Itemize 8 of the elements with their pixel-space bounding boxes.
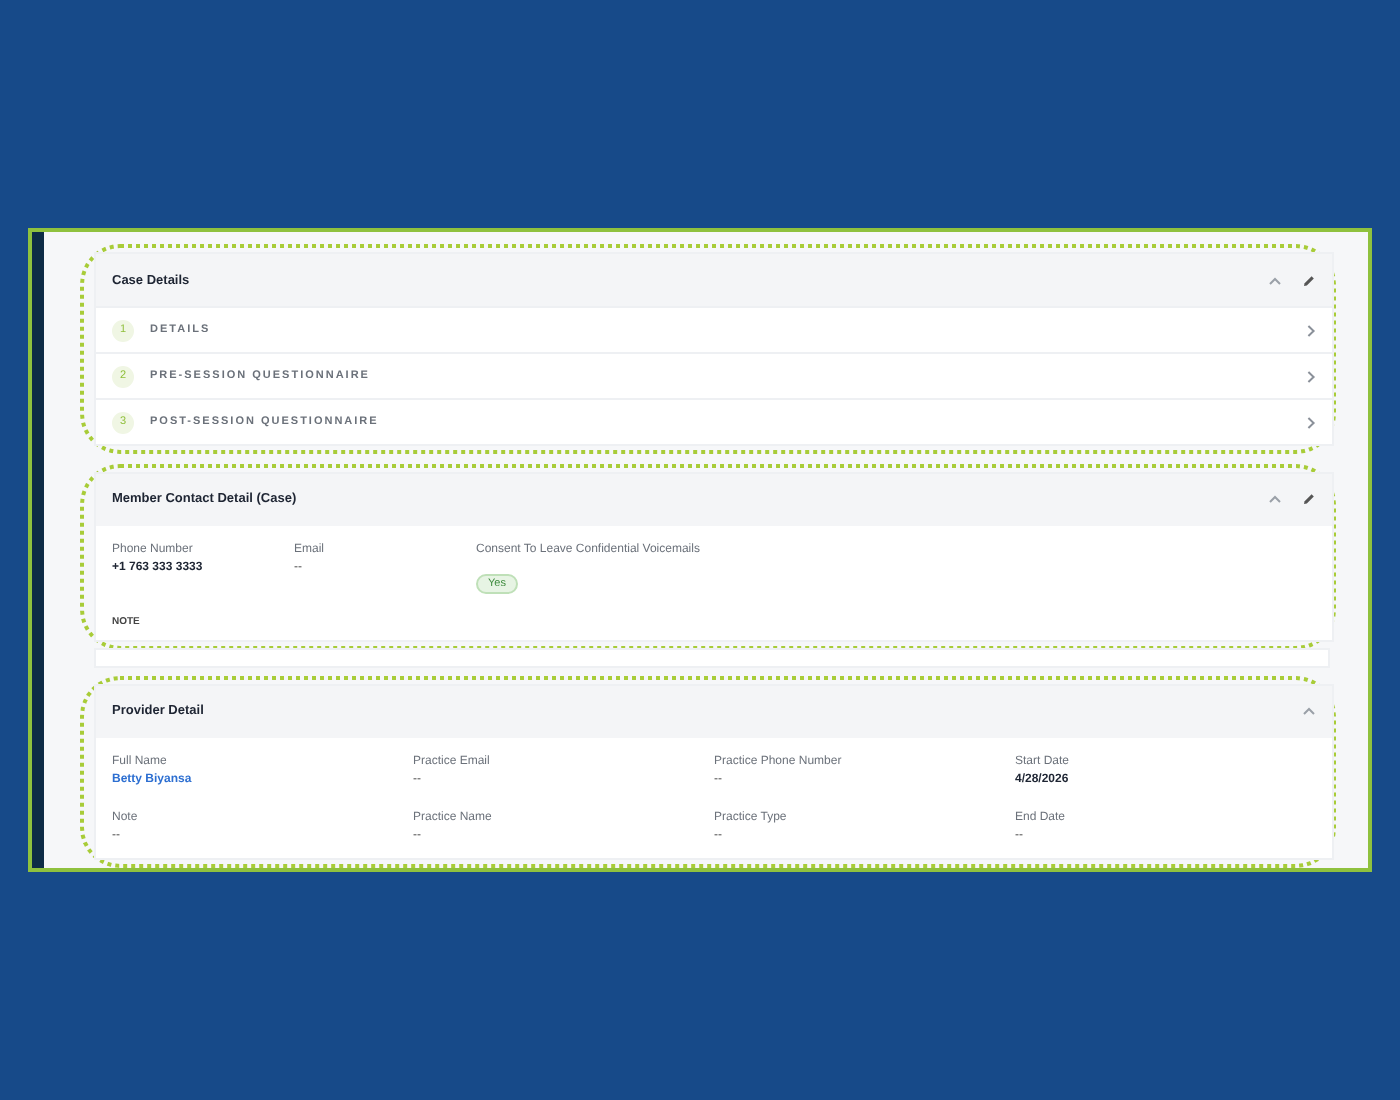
chevron-up-icon[interactable] [1302, 706, 1316, 717]
chevron-right-icon[interactable] [1306, 415, 1316, 429]
chevron-right-icon[interactable] [1306, 369, 1316, 383]
pencil-icon[interactable] [1302, 492, 1316, 507]
chevron-up-icon[interactable] [1268, 275, 1282, 285]
chevron-right-icon[interactable] [1306, 323, 1316, 337]
chevron-up-icon[interactable] [1268, 494, 1282, 505]
pencil-icon[interactable] [1302, 273, 1316, 287]
